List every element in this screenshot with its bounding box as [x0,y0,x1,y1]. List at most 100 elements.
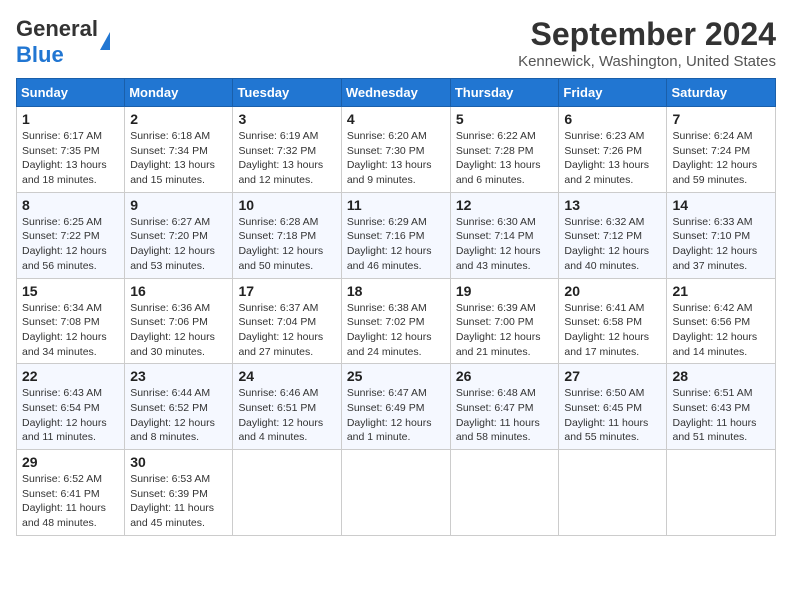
calendar-cell: 21 Sunrise: 6:42 AMSunset: 6:56 PMDayligh… [667,278,776,364]
day-number: 11 [347,197,445,213]
calendar-cell: 22 Sunrise: 6:43 AMSunset: 6:54 PMDayligh… [17,364,125,450]
day-number: 1 [22,111,119,127]
cell-sun-info: Sunrise: 6:17 AMSunset: 7:35 PMDaylight:… [22,129,119,188]
cell-sun-info: Sunrise: 6:41 AMSunset: 6:58 PMDaylight:… [564,301,661,360]
cell-sun-info: Sunrise: 6:42 AMSunset: 6:56 PMDaylight:… [672,301,770,360]
day-number: 9 [130,197,227,213]
logo-triangle-icon [100,32,110,50]
calendar-cell: 8Sunrise: 6:25 AMSunset: 7:22 PMDaylight… [17,192,125,278]
calendar-header-tuesday: Tuesday [233,79,341,107]
calendar-cell: 27 Sunrise: 6:50 AMSunset: 6:45 PMDayligh… [559,364,667,450]
cell-sun-info: Sunrise: 6:32 AMSunset: 7:12 PMDaylight:… [564,215,661,274]
calendar-cell: 12 Sunrise: 6:30 AMSunset: 7:14 PMDayligh… [450,192,559,278]
cell-sun-info: Sunrise: 6:52 AMSunset: 6:41 PMDaylight:… [22,472,119,531]
calendar-cell: 25 Sunrise: 6:47 AMSunset: 6:49 PMDayligh… [341,364,450,450]
day-number: 10 [238,197,335,213]
calendar-cell: 14 Sunrise: 6:33 AMSunset: 7:10 PMDayligh… [667,192,776,278]
calendar-cell: 29 Sunrise: 6:52 AMSunset: 6:41 PMDayligh… [17,450,125,536]
cell-sun-info: Sunrise: 6:30 AMSunset: 7:14 PMDaylight:… [456,215,554,274]
day-number: 8 [22,197,119,213]
cell-sun-info: Sunrise: 6:18 AMSunset: 7:34 PMDaylight:… [130,129,227,188]
day-number: 14 [672,197,770,213]
calendar-cell: 6 Sunrise: 6:23 AMSunset: 7:26 PMDaylight… [559,107,667,193]
cell-sun-info: Sunrise: 6:23 AMSunset: 7:26 PMDaylight:… [564,129,661,188]
calendar-cell: 2 Sunrise: 6:18 AMSunset: 7:34 PMDaylight… [125,107,233,193]
day-number: 3 [238,111,335,127]
calendar-cell: 7Sunrise: 6:24 AMSunset: 7:24 PMDaylight… [667,107,776,193]
cell-sun-info: Sunrise: 6:43 AMSunset: 6:54 PMDaylight:… [22,386,119,445]
calendar-cell: 5 Sunrise: 6:22 AMSunset: 7:28 PMDaylight… [450,107,559,193]
calendar-cell: 28 Sunrise: 6:51 AMSunset: 6:43 PMDayligh… [667,364,776,450]
day-number: 28 [672,368,770,384]
cell-sun-info: Sunrise: 6:53 AMSunset: 6:39 PMDaylight:… [130,472,227,531]
calendar-header-row: SundayMondayTuesdayWednesdayThursdayFrid… [17,79,776,107]
calendar-header-friday: Friday [559,79,667,107]
day-number: 16 [130,283,227,299]
calendar-cell: 23 Sunrise: 6:44 AMSunset: 6:52 PMDayligh… [125,364,233,450]
day-number: 27 [564,368,661,384]
day-number: 23 [130,368,227,384]
day-number: 18 [347,283,445,299]
page-header: General Blue September 2024 Kennewick, W… [16,16,776,70]
calendar-cell: 11Sunrise: 6:29 AMSunset: 7:16 PMDayligh… [341,192,450,278]
day-number: 19 [456,283,554,299]
calendar-header-monday: Monday [125,79,233,107]
calendar-cell [341,450,450,536]
calendar-week-row: 29 Sunrise: 6:52 AMSunset: 6:41 PMDayligh… [17,450,776,536]
calendar-header-saturday: Saturday [667,79,776,107]
cell-sun-info: Sunrise: 6:37 AMSunset: 7:04 PMDaylight:… [238,301,335,360]
calendar-header-wednesday: Wednesday [341,79,450,107]
day-number: 15 [22,283,119,299]
cell-sun-info: Sunrise: 6:36 AMSunset: 7:06 PMDaylight:… [130,301,227,360]
cell-sun-info: Sunrise: 6:47 AMSunset: 6:49 PMDaylight:… [347,386,445,445]
day-number: 20 [564,283,661,299]
location-text: Kennewick, Washington, United States [518,53,776,70]
calendar-header-sunday: Sunday [17,79,125,107]
cell-sun-info: Sunrise: 6:44 AMSunset: 6:52 PMDaylight:… [130,386,227,445]
calendar-cell: 1 Sunrise: 6:17 AMSunset: 7:35 PMDaylight… [17,107,125,193]
day-number: 5 [456,111,554,127]
calendar-cell: 15Sunrise: 6:34 AMSunset: 7:08 PMDayligh… [17,278,125,364]
cell-sun-info: Sunrise: 6:27 AMSunset: 7:20 PMDaylight:… [130,215,227,274]
calendar-week-row: 8Sunrise: 6:25 AMSunset: 7:22 PMDaylight… [17,192,776,278]
day-number: 21 [672,283,770,299]
day-number: 7 [672,111,770,127]
calendar-cell: 19 Sunrise: 6:39 AMSunset: 7:00 PMDayligh… [450,278,559,364]
calendar-cell: 20 Sunrise: 6:41 AMSunset: 6:58 PMDayligh… [559,278,667,364]
calendar-cell [233,450,341,536]
month-title: September 2024 [518,16,776,53]
day-number: 22 [22,368,119,384]
calendar-cell [667,450,776,536]
calendar-cell: 4 Sunrise: 6:20 AMSunset: 7:30 PMDaylight… [341,107,450,193]
cell-sun-info: Sunrise: 6:19 AMSunset: 7:32 PMDaylight:… [238,129,335,188]
calendar-cell [559,450,667,536]
cell-sun-info: Sunrise: 6:39 AMSunset: 7:00 PMDaylight:… [456,301,554,360]
cell-sun-info: Sunrise: 6:20 AMSunset: 7:30 PMDaylight:… [347,129,445,188]
day-number: 12 [456,197,554,213]
day-number: 13 [564,197,661,213]
day-number: 4 [347,111,445,127]
cell-sun-info: Sunrise: 6:50 AMSunset: 6:45 PMDaylight:… [564,386,661,445]
day-number: 17 [238,283,335,299]
day-number: 25 [347,368,445,384]
calendar-cell: 17 Sunrise: 6:37 AMSunset: 7:04 PMDayligh… [233,278,341,364]
logo-text: General Blue [16,16,98,68]
cell-sun-info: Sunrise: 6:51 AMSunset: 6:43 PMDaylight:… [672,386,770,445]
day-number: 6 [564,111,661,127]
cell-sun-info: Sunrise: 6:22 AMSunset: 7:28 PMDaylight:… [456,129,554,188]
calendar-cell: 9 Sunrise: 6:27 AMSunset: 7:20 PMDaylight… [125,192,233,278]
calendar-cell: 24Sunrise: 6:46 AMSunset: 6:51 PMDayligh… [233,364,341,450]
cell-sun-info: Sunrise: 6:28 AMSunset: 7:18 PMDaylight:… [238,215,335,274]
cell-sun-info: Sunrise: 6:33 AMSunset: 7:10 PMDaylight:… [672,215,770,274]
day-number: 26 [456,368,554,384]
day-number: 2 [130,111,227,127]
calendar-cell: 10 Sunrise: 6:28 AMSunset: 7:18 PMDayligh… [233,192,341,278]
calendar-header-thursday: Thursday [450,79,559,107]
logo-icon: General Blue [16,16,110,68]
logo: General Blue [16,16,110,68]
calendar-cell: 3 Sunrise: 6:19 AMSunset: 7:32 PMDaylight… [233,107,341,193]
calendar-cell [450,450,559,536]
calendar-cell: 13 Sunrise: 6:32 AMSunset: 7:12 PMDayligh… [559,192,667,278]
calendar-cell: 16 Sunrise: 6:36 AMSunset: 7:06 PMDayligh… [125,278,233,364]
day-number: 29 [22,454,119,470]
